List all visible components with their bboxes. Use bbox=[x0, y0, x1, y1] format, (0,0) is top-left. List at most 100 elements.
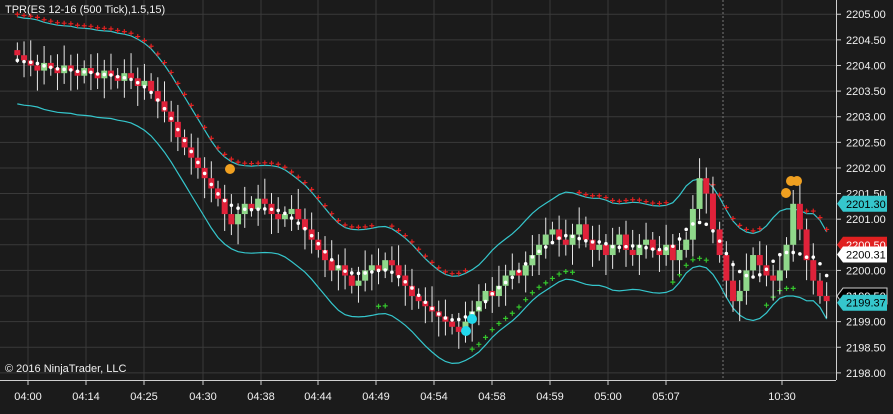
candle-body[interactable] bbox=[395, 265, 402, 276]
midline-dot bbox=[396, 274, 401, 279]
candle-body[interactable] bbox=[522, 265, 529, 276]
candle-body[interactable] bbox=[643, 239, 650, 245]
candle-body[interactable] bbox=[388, 260, 395, 266]
candle-body[interactable] bbox=[21, 55, 28, 61]
y-tick-label: 2199.00 bbox=[846, 317, 886, 329]
candle-body[interactable] bbox=[776, 270, 783, 281]
candle-body[interactable] bbox=[616, 234, 623, 245]
midline-dot bbox=[543, 245, 548, 249]
candle-body[interactable] bbox=[288, 208, 295, 215]
candle-body[interactable] bbox=[255, 198, 262, 209]
candle-body[interactable] bbox=[355, 280, 362, 286]
candle-body[interactable] bbox=[368, 265, 375, 271]
midline-dot bbox=[222, 198, 227, 203]
candle-body[interactable] bbox=[228, 214, 235, 225]
midline-dot bbox=[717, 239, 722, 243]
midline-dot bbox=[751, 275, 755, 279]
x-tick-label: 04:54 bbox=[420, 391, 448, 403]
midline-dot bbox=[236, 206, 240, 210]
candle-body[interactable] bbox=[348, 275, 355, 286]
candle-body[interactable] bbox=[596, 244, 603, 250]
midline-dot bbox=[550, 240, 555, 245]
midline-dot bbox=[737, 269, 742, 274]
midline-dot bbox=[784, 250, 789, 255]
midline-dot bbox=[564, 233, 568, 238]
candle-body[interactable] bbox=[549, 229, 556, 235]
candle-body[interactable] bbox=[790, 203, 797, 245]
midline-dot bbox=[383, 268, 388, 272]
midline-dot bbox=[630, 244, 635, 248]
candle-body[interactable] bbox=[709, 193, 716, 230]
midline-dot bbox=[55, 66, 60, 71]
candle-body[interactable] bbox=[509, 270, 516, 276]
midline-dot bbox=[276, 208, 280, 213]
candle-body[interactable] bbox=[723, 255, 730, 281]
midline-dot bbox=[15, 58, 20, 63]
midline-dot bbox=[778, 252, 782, 257]
candle-body[interactable] bbox=[696, 178, 703, 209]
midline-dot bbox=[490, 292, 495, 296]
midline-dot bbox=[229, 203, 234, 208]
candle-body[interactable] bbox=[770, 275, 777, 281]
midline-dot bbox=[62, 67, 66, 72]
midline-dot bbox=[376, 268, 381, 273]
candle-body[interactable] bbox=[261, 198, 268, 204]
candle-body[interactable] bbox=[629, 249, 636, 256]
y-tick-label: 2202.00 bbox=[846, 163, 886, 175]
y-tick-label: 2201.00 bbox=[846, 214, 886, 226]
midline-dot bbox=[617, 245, 622, 250]
candle-body[interactable] bbox=[542, 234, 549, 245]
candle-body[interactable] bbox=[128, 73, 135, 79]
candle-body[interactable] bbox=[783, 244, 790, 271]
midline-dot bbox=[637, 244, 642, 249]
candle-body[interactable] bbox=[756, 255, 763, 266]
midline-dot bbox=[35, 61, 40, 66]
candle-body[interactable] bbox=[455, 326, 462, 332]
x-tick-label: 04:49 bbox=[362, 391, 390, 403]
candle-body[interactable] bbox=[235, 214, 242, 225]
candle-body[interactable] bbox=[482, 290, 489, 302]
candle-body[interactable] bbox=[295, 208, 302, 220]
candle-body[interactable] bbox=[562, 239, 569, 245]
candle-body[interactable] bbox=[275, 214, 282, 220]
candle-body[interactable] bbox=[449, 321, 456, 327]
midline-dot bbox=[764, 267, 769, 272]
midline-dot bbox=[503, 280, 508, 285]
candle-body[interactable] bbox=[676, 249, 683, 261]
candle-body[interactable] bbox=[736, 290, 743, 302]
candle-body[interactable] bbox=[823, 296, 830, 302]
candle-body[interactable] bbox=[683, 239, 690, 250]
midline-dot bbox=[757, 273, 762, 277]
candle-body[interactable] bbox=[810, 260, 817, 281]
candle-body[interactable] bbox=[703, 178, 710, 194]
midline-dot bbox=[604, 241, 608, 246]
midline-dot bbox=[744, 273, 749, 278]
x-tick-label: 05:00 bbox=[594, 391, 622, 403]
midline-dot bbox=[477, 306, 481, 311]
chart-canvas[interactable]: TPR(ES 12-16 (500 Tick),1.5,15) © 2016 N… bbox=[0, 0, 893, 409]
candle-body[interactable] bbox=[328, 260, 335, 271]
candle-body[interactable] bbox=[34, 65, 41, 71]
candle-body[interactable] bbox=[14, 50, 21, 56]
midline-dot bbox=[162, 106, 167, 111]
midline-dot bbox=[75, 69, 80, 74]
candle-body[interactable] bbox=[576, 224, 583, 235]
candle-body[interactable] bbox=[148, 80, 155, 92]
candle-body[interactable] bbox=[602, 244, 609, 256]
candle-body[interactable] bbox=[743, 270, 750, 291]
candle-body[interactable] bbox=[750, 255, 757, 271]
candle-body[interactable] bbox=[796, 203, 803, 230]
candle-body[interactable] bbox=[730, 280, 737, 302]
midline-dot bbox=[135, 80, 140, 85]
midline-dot bbox=[570, 234, 575, 239]
midline-dot bbox=[189, 149, 194, 154]
midline-dot bbox=[456, 317, 461, 322]
midline-dot bbox=[182, 138, 187, 143]
midline-dot bbox=[89, 70, 93, 75]
candle-body[interactable] bbox=[816, 280, 823, 297]
midline-dot bbox=[798, 252, 802, 256]
x-tick-label: 05:07 bbox=[652, 391, 680, 403]
price-chart[interactable]: TPR(ES 12-16 (500 Tick),1.5,15) © 2016 N… bbox=[0, 0, 893, 409]
candle-body[interactable] bbox=[582, 224, 589, 240]
midline-dot bbox=[497, 285, 501, 290]
